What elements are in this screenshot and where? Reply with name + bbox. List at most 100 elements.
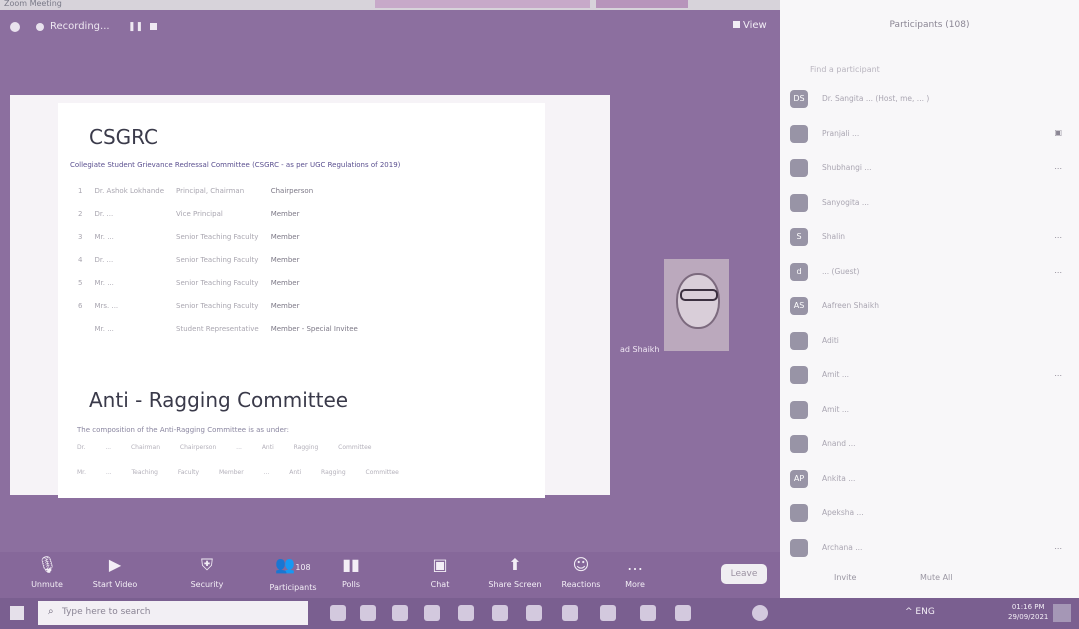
table-cell-no: 6 — [78, 301, 83, 310]
search-icon: ⌕ — [48, 606, 54, 617]
browser-icon[interactable] — [458, 605, 474, 621]
table-row: 4 Dr. ... Senior Teaching Faculty Member — [72, 248, 364, 271]
table-cell-role: Member - Special Invitee — [270, 324, 358, 333]
participant-row[interactable]: Apeksha ... — [790, 500, 1070, 528]
system-tray[interactable]: ^ ENG — [905, 607, 935, 617]
participant-status-icon: ... — [1054, 265, 1062, 275]
committee-table: 1 Dr. Ashok Lokhande Principal, Chairman Ch… — [72, 179, 364, 340]
chat-button[interactable]: ▣ Chat — [405, 555, 475, 590]
participant-row[interactable]: d ... (Guest)... — [790, 259, 1070, 287]
view-label: View — [743, 20, 767, 31]
invite-button[interactable]: Invite — [834, 573, 856, 582]
language-indicator: ENG — [915, 607, 935, 617]
participant-row[interactable]: Archana ...... — [790, 535, 1070, 563]
participant-row[interactable]: Anand ... — [790, 431, 1070, 459]
taskbar-search[interactable]: ⌕ Type here to search — [38, 601, 308, 625]
table-cell-desig: Vice Principal — [176, 209, 223, 218]
table-cell-name: Mr. ... — [94, 232, 114, 241]
participant-status-icon: ... — [1054, 162, 1062, 171]
participants-label: Participants — [269, 583, 317, 592]
meeting-banner[interactable] — [375, 0, 590, 8]
table-cell-desig: Senior Teaching Faculty — [176, 278, 259, 287]
participant-row[interactable]: Amit ... — [790, 397, 1070, 425]
participant-status-icon: ... — [1054, 541, 1062, 551]
taskbar-search-placeholder: Type here to search — [62, 607, 151, 617]
participant-avatar — [790, 538, 808, 557]
view-button[interactable]: View — [733, 20, 767, 31]
table-cell-no: 2 — [78, 209, 83, 218]
app-icon[interactable] — [675, 605, 691, 621]
webcam-tile[interactable] — [664, 259, 729, 351]
participant-row[interactable]: Shubhangi ...... — [790, 155, 1070, 183]
table-cell-name: Mr. ... — [94, 324, 114, 333]
table-cell-no: 4 — [78, 255, 83, 264]
participant-row[interactable]: Pranjali ... ▣ — [790, 121, 1070, 149]
participant-search[interactable]: Find a participant — [810, 65, 880, 74]
unmute-button[interactable]: 🎙 Unmute — [12, 555, 82, 590]
polls-button[interactable]: ▮▮ Polls — [316, 556, 386, 590]
table-cell-role: Member — [270, 209, 300, 218]
leave-button[interactable]: Leave — [721, 564, 767, 584]
participant-row[interactable]: S Shalin... — [790, 224, 1070, 252]
cortana-icon[interactable] — [330, 605, 346, 621]
notification-icon[interactable] — [1053, 604, 1071, 622]
share-screen-icon: ⬆ — [508, 555, 522, 574]
table-cell-desig: Student Representative — [176, 324, 259, 333]
pdf-icon[interactable] — [526, 605, 542, 621]
zoom-taskbar-icon[interactable] — [752, 605, 768, 621]
slide-row: Dr. ... Chairman Chairperson ... Anti Ra… — [77, 444, 372, 451]
word-icon[interactable] — [562, 605, 578, 621]
table-cell-desig: Senior Teaching Faculty — [176, 232, 259, 241]
participant-row[interactable]: AP Ankita ... — [790, 466, 1070, 494]
table-row: 1 Dr. Ashok Lokhande Principal, Chairman Ch… — [72, 179, 364, 202]
store-icon[interactable] — [492, 605, 508, 621]
table-cell-no: 5 — [78, 278, 83, 287]
participant-name: Pranjali ... — [822, 128, 860, 138]
polls-label: Polls — [341, 580, 361, 589]
chat-label: Chat — [430, 580, 450, 589]
chrome-icon[interactable] — [360, 605, 376, 621]
mute-all-button[interactable]: Mute All — [920, 573, 953, 582]
participant-avatar — [790, 159, 808, 177]
participant-avatar: d — [790, 262, 808, 281]
participant-status-icon: ... — [1054, 231, 1062, 240]
mail-icon[interactable] — [424, 605, 440, 621]
table-row: Mr. ... Student Representative Member - Sp… — [72, 317, 364, 340]
participant-name: Shalin — [822, 232, 846, 241]
security-button[interactable]: ⛨ Security — [172, 556, 242, 590]
participant-row[interactable]: DS Dr. Sangita ... (Host, me, ... ) — [790, 86, 1070, 114]
participant-avatar: S — [790, 228, 808, 246]
pause-icon[interactable]: ❚❚ — [128, 22, 143, 32]
start-video-button[interactable]: ▶ Start Video — [80, 556, 150, 590]
participant-row[interactable]: Aditi — [790, 328, 1070, 356]
panel-header: Participants (108) — [889, 20, 970, 30]
more-button[interactable]: … More — [600, 556, 670, 590]
participant-row[interactable]: Sanyogita ... — [790, 190, 1070, 218]
table-cell-name: Mrs. ... — [94, 301, 119, 310]
slide-title-2: Anti - Ragging Committee — [89, 388, 349, 412]
glasses — [680, 289, 718, 301]
participant-row[interactable]: Amit ...... — [790, 362, 1070, 390]
microphone-muted-icon: 🎙 — [36, 555, 58, 574]
app-icon[interactable] — [640, 605, 656, 621]
participant-avatar — [790, 504, 808, 522]
chat-icon: ▣ — [432, 555, 448, 574]
windows-start-icon[interactable] — [10, 606, 24, 620]
slide-title: CSGRC — [89, 125, 159, 149]
participant-avatar: AP — [790, 469, 808, 488]
table-cell-role: Chairperson — [270, 186, 314, 195]
participant-row[interactable]: AS Aafreen Shaikh — [790, 293, 1070, 321]
participant-name: Apeksha ... — [822, 508, 864, 517]
participant-avatar — [790, 366, 808, 384]
shield-icon[interactable] — [10, 22, 20, 32]
table-row: 3 Mr. ... Senior Teaching Faculty Member — [72, 225, 364, 248]
file-explorer-icon[interactable] — [392, 605, 408, 621]
table-row: 6 Mrs. ... Senior Teaching Faculty Member — [72, 294, 364, 317]
start-video-label: Start Video — [92, 580, 138, 589]
app-icon[interactable] — [600, 605, 616, 621]
stop-icon[interactable] — [150, 23, 157, 30]
meeting-banner-button[interactable] — [596, 0, 688, 8]
taskbar-clock[interactable]: 01:16 PM 29/09/2021 — [1008, 602, 1048, 622]
share-screen-button[interactable]: ⬆ Share Screen — [480, 555, 550, 590]
recording-label: Recording... — [50, 21, 110, 32]
